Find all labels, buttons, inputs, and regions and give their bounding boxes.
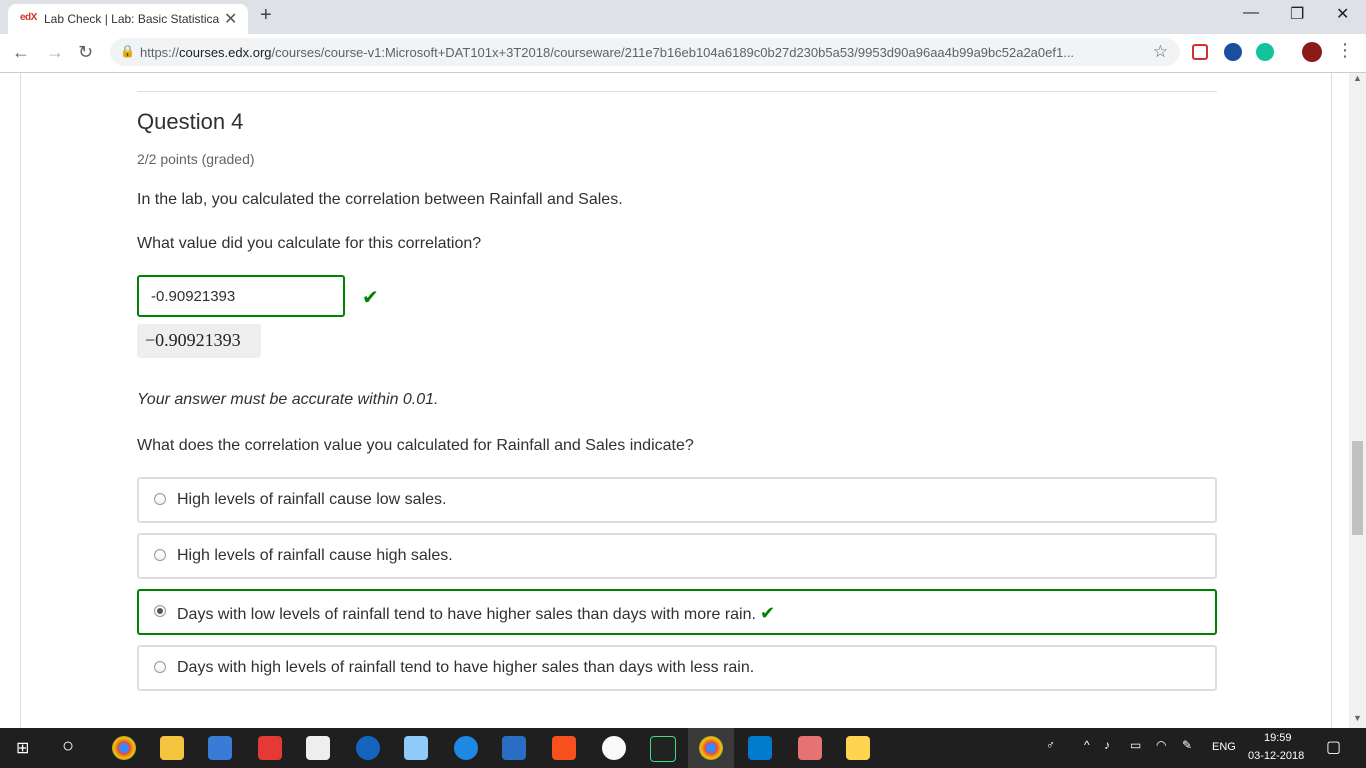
scroll-thumb[interactable] [1352, 441, 1363, 535]
choice-label: Days with low levels of rainfall tend to… [177, 606, 756, 623]
choice-option-1[interactable]: High levels of rainfall cause low sales. [137, 477, 1217, 523]
app-icon[interactable] [404, 736, 428, 760]
radio-button-selected[interactable] [154, 605, 166, 617]
choice-label: High levels of rainfall cause high sales… [177, 547, 453, 564]
restore-icon[interactable]: ❐ [1290, 4, 1304, 24]
radio-button[interactable] [154, 661, 166, 673]
vscode-icon[interactable] [748, 736, 772, 760]
store-icon[interactable] [208, 736, 232, 760]
browser-menu-icon[interactable]: ⋮ [1336, 40, 1354, 61]
scroll-up-icon[interactable]: ▲ [1353, 73, 1362, 83]
window-close-icon[interactable]: ✕ [1336, 4, 1349, 24]
mail-icon[interactable] [306, 736, 330, 760]
back-arrow-icon[interactable]: ← [12, 42, 30, 63]
pycharm-icon[interactable] [650, 736, 676, 762]
minimize-icon[interactable]: — [1243, 4, 1259, 22]
tab-title: Lab Check | Lab: Basic Statistical [44, 12, 220, 26]
extension-pocket-icon[interactable] [1192, 44, 1208, 60]
page-scrollbar[interactable]: ▲ ▼ [1349, 73, 1366, 728]
math-preview: −0.90921393 [137, 324, 261, 358]
visual-studio-icon[interactable] [502, 736, 526, 760]
page-content: Question 4 2/2 points (graded) In the la… [20, 73, 1332, 728]
radio-button[interactable] [154, 493, 166, 505]
reload-icon[interactable]: ↻ [78, 42, 93, 63]
question-points: 2/2 points (graded) [137, 151, 255, 167]
grammarly-icon[interactable] [1256, 43, 1274, 61]
volume-icon[interactable]: ♪ [1104, 738, 1110, 752]
gift-app-icon[interactable] [258, 736, 282, 760]
question-multiple-choice-prompt: What does the correlation value you calc… [137, 437, 694, 454]
scroll-down-icon[interactable]: ▼ [1353, 713, 1362, 723]
browser-toolbar: ← → ↻ 🔒 https://courses.edx.org/courses/… [0, 34, 1366, 73]
choice-option-2[interactable]: High levels of rainfall cause high sales… [137, 533, 1217, 579]
correct-check-icon: ✔ [759, 603, 776, 623]
correlation-answer-input[interactable] [137, 275, 345, 317]
extension-bird-icon[interactable] [1224, 43, 1242, 61]
clock-time[interactable]: 19:59 [1264, 732, 1292, 744]
choice-option-3[interactable]: Days with low levels of rainfall tend to… [137, 589, 1217, 635]
chrome-pinned-icon[interactable] [112, 736, 136, 760]
file-explorer-icon[interactable] [160, 736, 184, 760]
browser-tab-active[interactable]: edX Lab Check | Lab: Basic Statistical ✕ [8, 4, 248, 34]
tray-expand-icon[interactable]: ^ [1084, 738, 1090, 752]
lock-icon: 🔒 [120, 44, 135, 58]
people-icon[interactable]: ♂ [1046, 738, 1055, 752]
choice-option-4[interactable]: Days with high levels of rainfall tend t… [137, 645, 1217, 691]
radio-button[interactable] [154, 549, 166, 561]
question-title: Question 4 [137, 109, 244, 134]
section-divider [137, 91, 1217, 92]
notifications-icon[interactable]: ▢ [1326, 737, 1341, 757]
question-subprompt: What value did you calculate for this co… [137, 235, 482, 252]
windows-start-icon[interactable]: ⊞ [16, 738, 29, 758]
pen-icon[interactable]: ✎ [1182, 738, 1192, 752]
forward-arrow-icon[interactable]: → [46, 42, 64, 63]
accuracy-note: Your answer must be accurate within 0.01… [137, 391, 439, 408]
url-text: https://courses.edx.org/courses/course-v… [140, 45, 1075, 60]
profile-avatar[interactable] [1302, 42, 1322, 62]
app-xampp-icon[interactable] [846, 736, 870, 760]
choice-label: Days with high levels of rainfall tend t… [177, 659, 755, 676]
app-snip-icon[interactable] [798, 736, 822, 760]
edge-icon[interactable] [454, 736, 478, 760]
new-tab-button[interactable]: + [260, 4, 272, 27]
battery-icon[interactable]: ▭ [1130, 738, 1141, 752]
edx-favicon-icon: edX [20, 12, 37, 23]
obs-icon[interactable] [602, 736, 626, 760]
choice-label: High levels of rainfall cause low sales. [177, 491, 447, 508]
language-indicator[interactable]: ENG [1212, 741, 1236, 753]
bookmark-star-icon[interactable]: ☆ [1153, 42, 1168, 62]
wifi-icon[interactable]: ◠ [1156, 738, 1166, 752]
thunderbird-icon[interactable] [356, 736, 380, 760]
chrome-running-icon[interactable] [699, 736, 723, 760]
correct-check-icon: ✔ [362, 287, 379, 309]
windows-taskbar: ⊞ ○ ♂ ^ ♪ ▭ ◠ ✎ ENG 19:59 03-12-2018 ▢ [0, 728, 1366, 768]
browser-tabbar: edX Lab Check | Lab: Basic Statistical ✕… [0, 0, 1366, 34]
cortana-search-icon[interactable]: ○ [62, 735, 74, 758]
clock-date[interactable]: 03-12-2018 [1248, 750, 1304, 762]
address-bar[interactable]: 🔒 https://courses.edx.org/courses/course… [110, 38, 1180, 66]
app-orange-icon[interactable] [552, 736, 576, 760]
tab-close-icon[interactable]: ✕ [224, 9, 237, 29]
question-prompt: In the lab, you calculated the correlati… [137, 191, 623, 208]
